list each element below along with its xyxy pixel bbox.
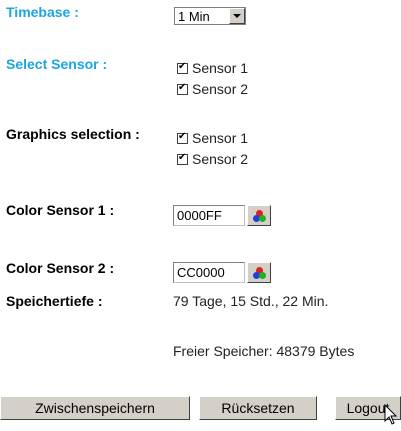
- graphics-sensor-1-label: Sensor 1: [192, 130, 249, 146]
- select-sensor-2-checkbox[interactable]: Sensor 2: [177, 81, 248, 97]
- select-sensor-label: Select Sensor :: [6, 56, 108, 72]
- speichertiefe-label: Speichertiefe :: [6, 293, 103, 309]
- ruecksetzen-button[interactable]: Rücksetzen: [199, 396, 317, 420]
- timebase-select[interactable]: 1 Min: [174, 7, 246, 25]
- select-sensor-2-label: Sensor 2: [192, 81, 249, 97]
- speichertiefe-value: 79 Tage, 15 Std., 22 Min.: [173, 293, 329, 309]
- dropdown-arrow-icon[interactable]: [229, 8, 245, 24]
- color-sensor-1-label: Color Sensor 1 :: [6, 202, 115, 218]
- graphics-sensor-2-label: Sensor 2: [192, 151, 249, 167]
- color-sensor-2-label: Color Sensor 2 :: [6, 260, 115, 276]
- color-picker-2-button[interactable]: [247, 262, 271, 283]
- checkbox-checked-icon[interactable]: [177, 131, 188, 144]
- color-picker-1-button[interactable]: [247, 205, 271, 226]
- graphics-selection-label: Graphics selection :: [6, 126, 140, 142]
- color-sensor-2-input[interactable]: CC0000: [173, 262, 245, 283]
- checkbox-checked-icon[interactable]: [177, 82, 188, 95]
- free-memory-text: Freier Speicher: 48379 Bytes: [173, 343, 355, 359]
- timebase-label: Timebase :: [6, 4, 79, 20]
- graphics-sensor-2-checkbox[interactable]: Sensor 2: [177, 151, 248, 167]
- color-sensor-1-input[interactable]: 0000FF: [173, 205, 245, 226]
- zwischenspeichern-button[interactable]: Zwischenspeichern: [0, 396, 190, 420]
- checkbox-checked-icon[interactable]: [177, 61, 188, 74]
- select-sensor-1-label: Sensor 1: [192, 60, 249, 76]
- timebase-value: 1 Min: [178, 9, 210, 24]
- select-sensor-1-checkbox[interactable]: Sensor 1: [177, 60, 248, 76]
- graphics-sensor-1-checkbox[interactable]: Sensor 1: [177, 130, 248, 146]
- checkbox-checked-icon[interactable]: [177, 152, 188, 165]
